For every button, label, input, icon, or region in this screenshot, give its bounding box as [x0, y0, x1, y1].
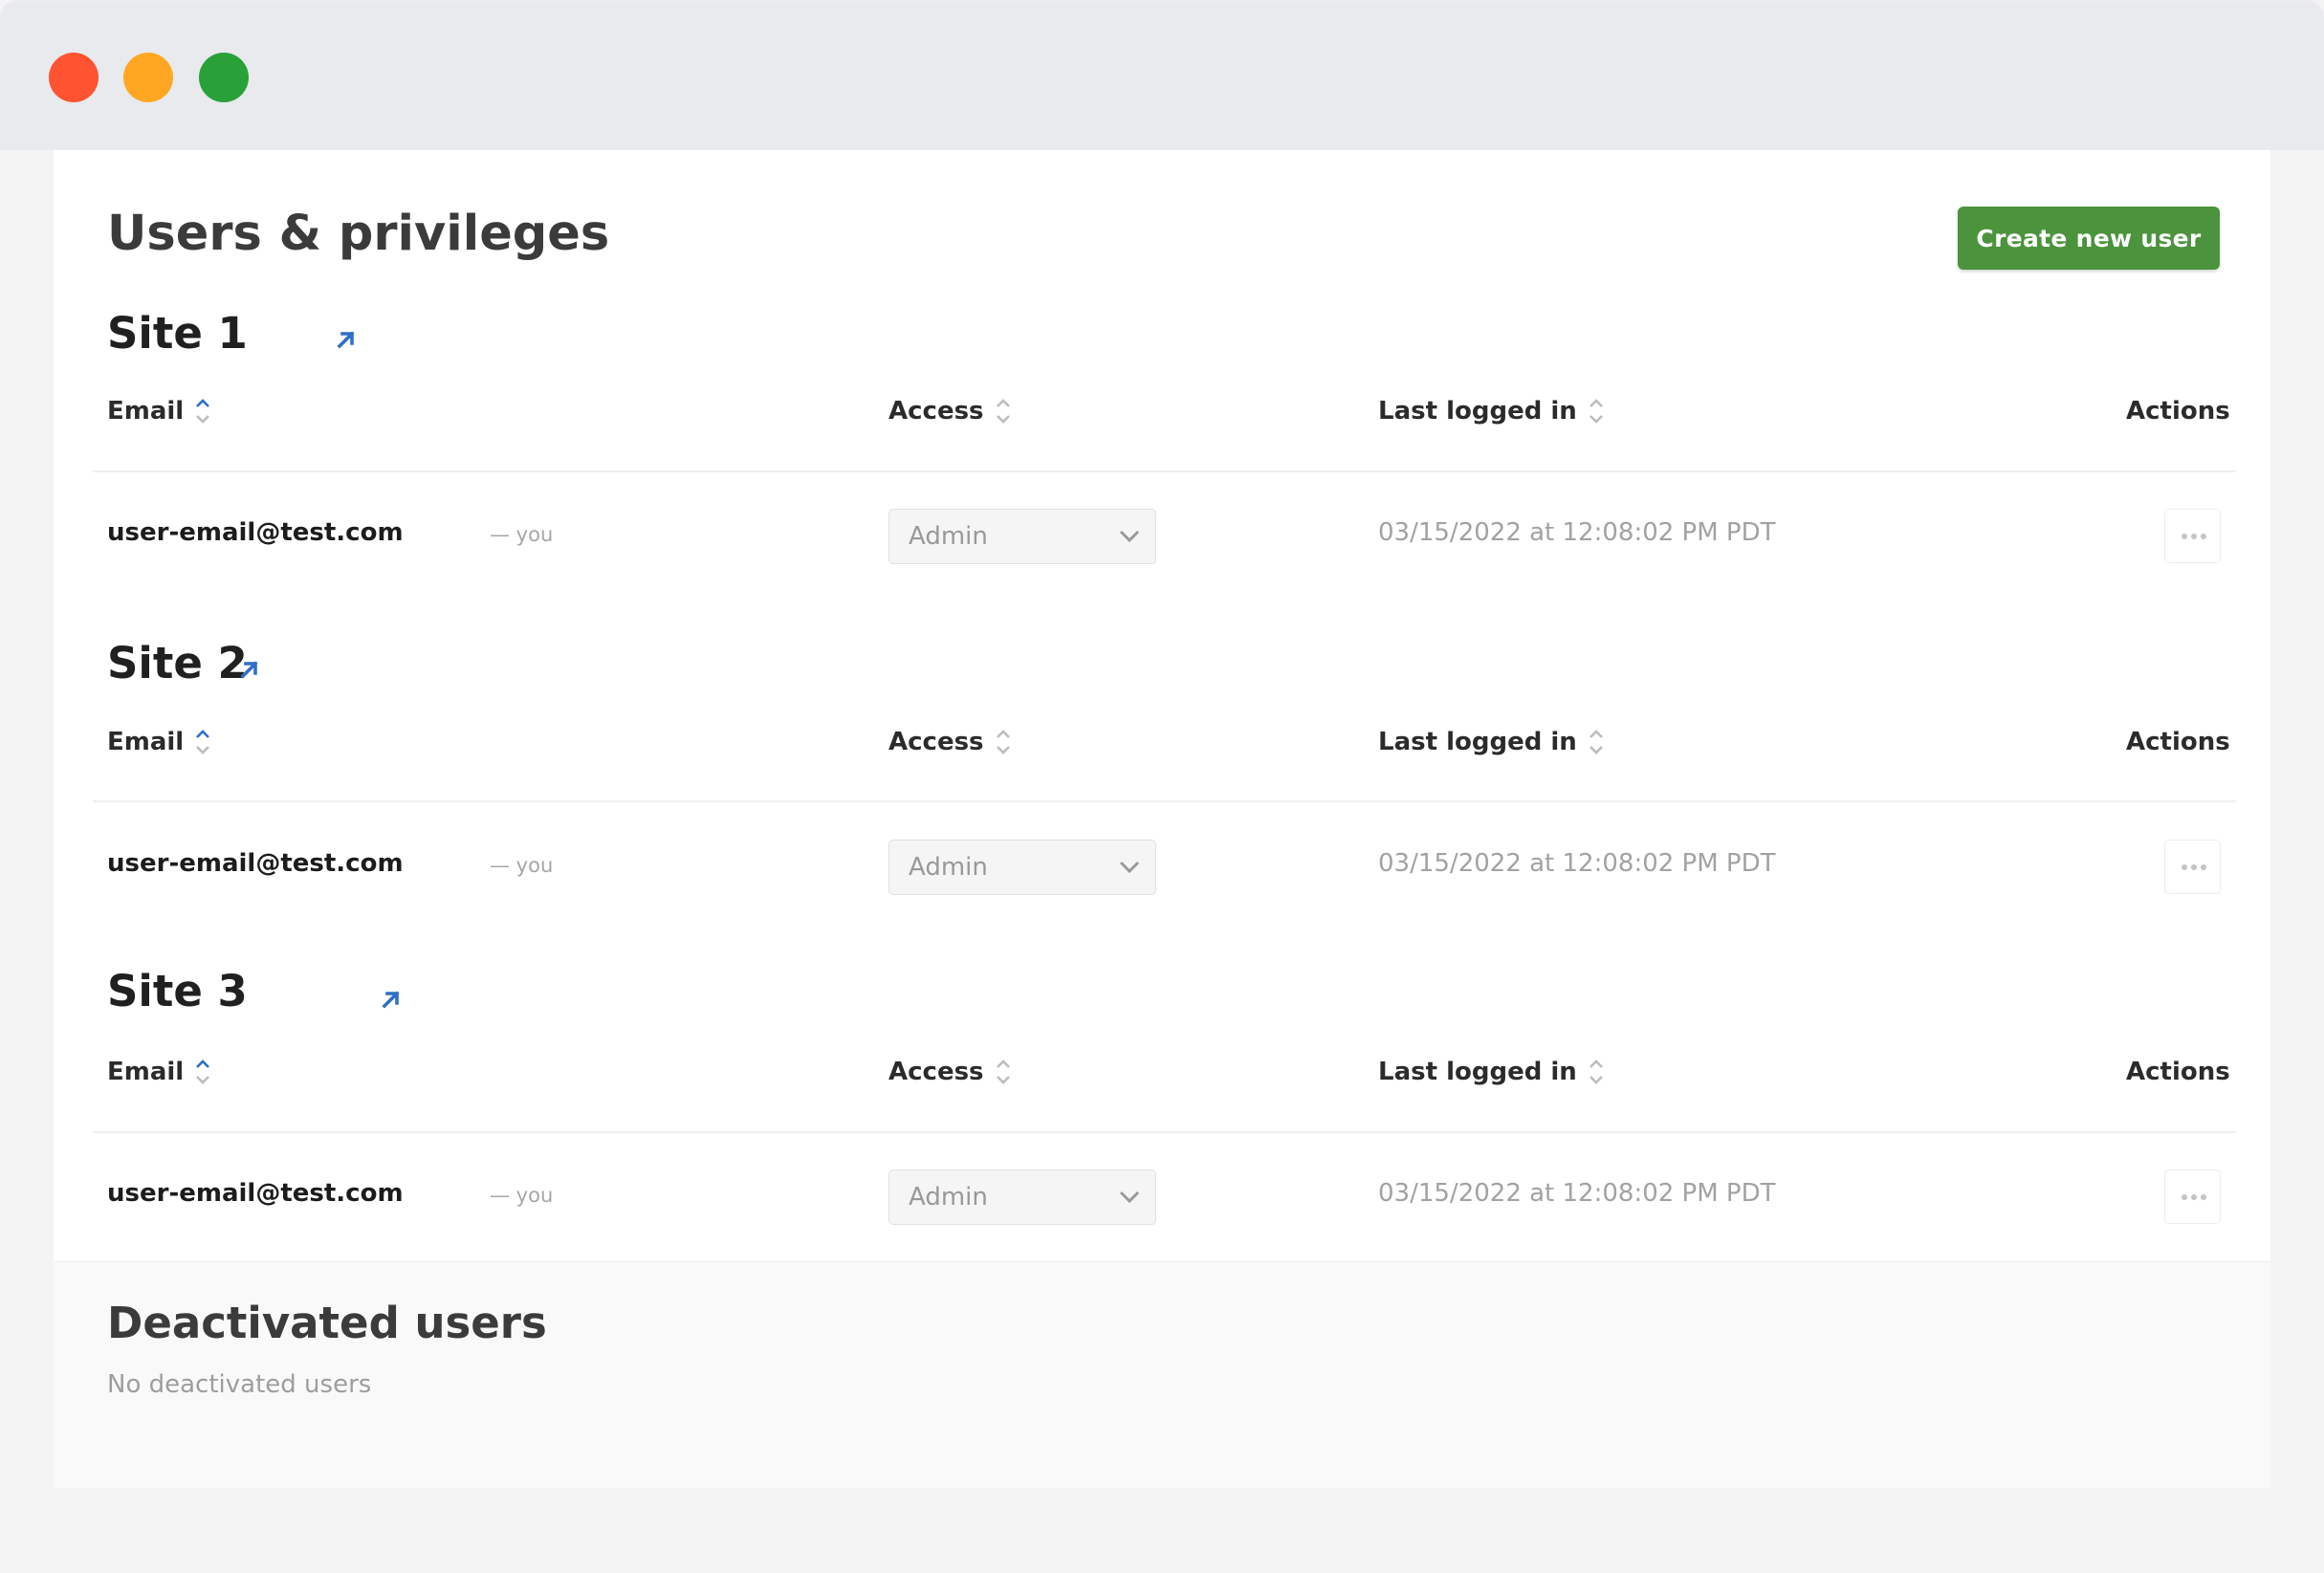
sort-icon: [996, 730, 1010, 754]
access-select[interactable]: Admin: [888, 1169, 1156, 1225]
deactivated-users-title: Deactivated users: [107, 1298, 547, 1348]
column-header-last-logged-in[interactable]: Last logged in: [1378, 1058, 1604, 1086]
column-header-last-logged-in[interactable]: Last logged in: [1378, 728, 1604, 756]
more-horizontal-icon: [2181, 864, 2206, 870]
column-header-access[interactable]: Access: [888, 728, 1011, 756]
row-divider: [93, 470, 2236, 472]
column-header-email-label: Email: [107, 1058, 185, 1086]
more-horizontal-icon: [2181, 534, 2206, 539]
column-header-actions-label: Actions: [2126, 397, 2230, 426]
access-select-value: Admin: [909, 853, 988, 882]
column-header-last-logged-in[interactable]: Last logged in: [1378, 397, 1604, 426]
sort-icon: [996, 1060, 1010, 1084]
external-link-icon[interactable]: [238, 658, 261, 681]
column-header-access[interactable]: Access: [888, 397, 1011, 426]
external-link-icon[interactable]: [335, 328, 358, 351]
sort-icon: [996, 399, 1010, 424]
more-horizontal-icon: [2181, 1194, 2206, 1200]
deactivated-users-empty-message: No deactivated users: [107, 1370, 372, 1399]
sort-ascending-icon: [196, 1060, 210, 1084]
column-header-email[interactable]: Email: [107, 1058, 210, 1086]
column-header-access-label: Access: [888, 1058, 984, 1086]
minimize-window-icon[interactable]: [123, 53, 173, 102]
create-new-user-button[interactable]: Create new user: [1958, 207, 2220, 270]
column-header-actions-label: Actions: [2126, 1058, 2230, 1086]
column-header-email[interactable]: Email: [107, 728, 210, 756]
column-header-email[interactable]: Email: [107, 397, 210, 426]
column-header-access-label: Access: [888, 728, 984, 756]
column-header-access-label: Access: [888, 397, 984, 426]
row-actions-button[interactable]: [2164, 509, 2221, 563]
last-logged-in-value: 03/15/2022 at 12:08:02 PM PDT: [1378, 518, 1776, 547]
column-header-access[interactable]: Access: [888, 1058, 1011, 1086]
column-header-last-logged-in-label: Last logged in: [1378, 728, 1577, 756]
site-title-2: Site 2: [107, 638, 248, 688]
column-header-last-logged-in-label: Last logged in: [1378, 1058, 1577, 1086]
row-divider: [93, 800, 2236, 802]
sort-ascending-icon: [196, 399, 210, 424]
column-header-actions: Actions: [2126, 1058, 2230, 1086]
maximize-window-icon[interactable]: [199, 53, 249, 102]
chevron-down-icon: [1119, 1191, 1140, 1204]
site-title-3: Site 3: [107, 966, 248, 1016]
access-select[interactable]: Admin: [888, 509, 1156, 564]
column-header-actions: Actions: [2126, 728, 2230, 756]
access-select[interactable]: Admin: [888, 840, 1156, 895]
page-title: Users & privileges: [107, 206, 610, 262]
chevron-down-icon: [1119, 530, 1140, 543]
column-header-email-label: Email: [107, 397, 185, 426]
access-select-value: Admin: [909, 1183, 988, 1212]
sort-icon: [1589, 730, 1603, 754]
deactivated-users-section: [54, 1261, 2270, 1488]
users-privileges-panel: Users & privileges Create new user Site …: [54, 150, 2270, 1488]
user-email: user-email@test.com: [107, 1179, 404, 1208]
window-title-bar: [0, 0, 2324, 150]
you-tag: — you: [490, 854, 554, 877]
column-header-email-label: Email: [107, 728, 185, 756]
close-window-icon[interactable]: [49, 53, 99, 102]
column-header-actions-label: Actions: [2126, 728, 2230, 756]
row-divider: [93, 1131, 2236, 1133]
user-email: user-email@test.com: [107, 849, 404, 878]
row-actions-button[interactable]: [2164, 1169, 2221, 1224]
last-logged-in-value: 03/15/2022 at 12:08:02 PM PDT: [1378, 849, 1776, 878]
sort-ascending-icon: [196, 730, 210, 754]
you-tag: — you: [490, 1184, 554, 1207]
chevron-down-icon: [1119, 861, 1140, 874]
last-logged-in-value: 03/15/2022 at 12:08:02 PM PDT: [1378, 1179, 1776, 1208]
column-header-last-logged-in-label: Last logged in: [1378, 397, 1577, 426]
you-tag: — you: [490, 523, 554, 546]
user-email: user-email@test.com: [107, 518, 404, 547]
site-title-1: Site 1: [107, 308, 248, 359]
column-header-actions: Actions: [2126, 397, 2230, 426]
access-select-value: Admin: [909, 522, 988, 551]
sort-icon: [1589, 1060, 1603, 1084]
sort-icon: [1589, 399, 1603, 424]
row-actions-button[interactable]: [2164, 840, 2221, 894]
external-link-icon[interactable]: [380, 988, 403, 1011]
